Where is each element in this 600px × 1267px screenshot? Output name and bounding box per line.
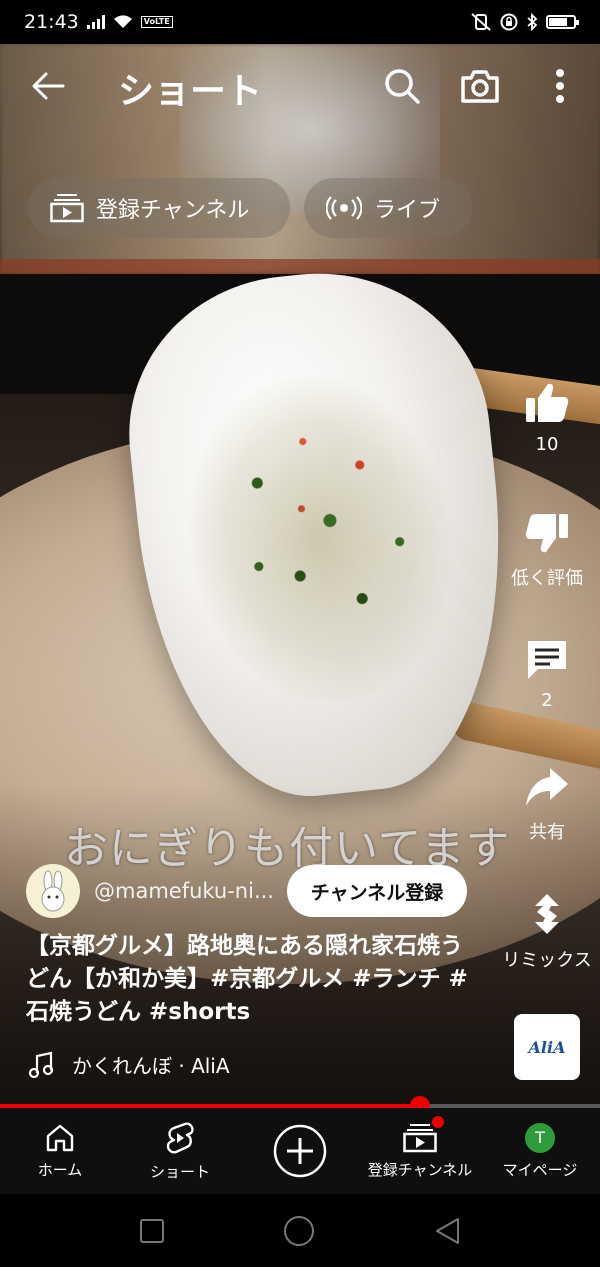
remix-icon [535,894,559,934]
bluetooth-icon [527,13,538,31]
status-right [470,13,579,31]
create-plus-icon [273,1124,327,1178]
video-title[interactable]: 【京都グルメ】路地奥にある隠れ家石焼うどん【か和か美】#京都グルメ #ランチ #… [26,930,476,1029]
user-avatar: T [525,1122,555,1153]
share-label: 共有 [529,822,565,843]
create-button[interactable] [240,1108,360,1194]
like-count: 10 [535,434,559,455]
live-broadcast-icon [326,196,362,220]
subscribe-button[interactable]: チャンネル登録 [287,865,467,917]
new-content-badge [432,1116,444,1128]
dislike-button[interactable]: 低く評価 [498,510,596,590]
search-icon [385,69,420,104]
nav-you[interactable]: T マイページ [480,1108,600,1194]
page-title: ショート [118,71,263,112]
battery-icon [546,15,579,29]
share-button[interactable]: 共有 [498,764,596,844]
sound-thumbnail-logo: AliA [528,1037,566,1057]
camera-button[interactable] [458,64,502,108]
shorts-icon [166,1121,194,1153]
signal-icon [86,15,105,29]
channel-handle[interactable]: @mamefuku-ni... [94,879,274,903]
nav-shorts-label: ショート [149,1162,210,1181]
comment-icon [528,641,566,679]
lock-rotation-icon [500,13,518,31]
music-note-icon [28,1051,54,1078]
sound-thumbnail[interactable]: AliA [514,1014,580,1080]
more-options-button[interactable] [540,64,580,108]
channel-avatar[interactable] [26,864,80,918]
nav-home[interactable]: ホーム [0,1108,120,1194]
remix-button[interactable]: リミックス [498,890,596,972]
back-button[interactable] [26,64,70,108]
comment-count: 2 [541,690,553,711]
subscriptions-chip-label: 登録チャンネル [96,198,250,223]
nav-subscriptions-label: 登録チャンネル [367,1160,473,1179]
subscriptions-icon [403,1123,437,1152]
channel-row: @mamefuku-ni... [26,864,274,918]
remix-label: リミックス [502,950,592,971]
home-circle-icon[interactable] [283,1215,315,1247]
live-chip[interactable]: ライブ [304,178,472,238]
bottom-nav: ホーム ショート 登録チャンネル T マイページ [0,1108,600,1194]
status-left: 21:43 VoLTE [24,11,173,33]
nav-subscriptions[interactable]: 登録チャンネル [360,1108,480,1194]
wifi-icon [113,15,132,28]
nav-shorts[interactable]: ショート [120,1108,240,1194]
back-triangle-icon[interactable] [433,1216,461,1246]
more-vert-icon [556,69,564,103]
status-bar: 21:43 VoLTE [0,0,600,44]
thumbs-down-icon [525,514,568,553]
top-app-bar: ショート [0,44,600,128]
camera-icon [461,70,499,103]
vibrate-off-icon [471,13,491,31]
thumbs-up-icon [526,383,569,422]
home-icon [46,1124,74,1151]
recents-square-icon[interactable] [139,1218,165,1244]
volte-icon: VoLTE [140,16,173,28]
music-label: かくれんぼ · AliA [72,1054,230,1078]
live-chip-label: ライブ [374,198,441,223]
nav-home-label: ホーム [37,1160,83,1179]
back-arrow-icon [32,72,65,100]
subscriptions-chip[interactable]: 登録チャンネル [28,178,290,238]
nav-you-label: マイページ [502,1160,578,1179]
subscriptions-icon [50,194,84,223]
like-button[interactable]: 10 [498,380,596,455]
comments-button[interactable]: 2 [498,636,596,711]
search-button[interactable] [380,64,424,108]
dislike-label: 低く評価 [511,568,583,589]
share-arrow-icon [526,768,568,806]
rabbit-avatar-icon [41,870,65,912]
system-navigation-bar [0,1194,600,1267]
music-row[interactable]: かくれんぼ · AliA [28,1050,230,1079]
status-time: 21:43 [24,11,79,33]
